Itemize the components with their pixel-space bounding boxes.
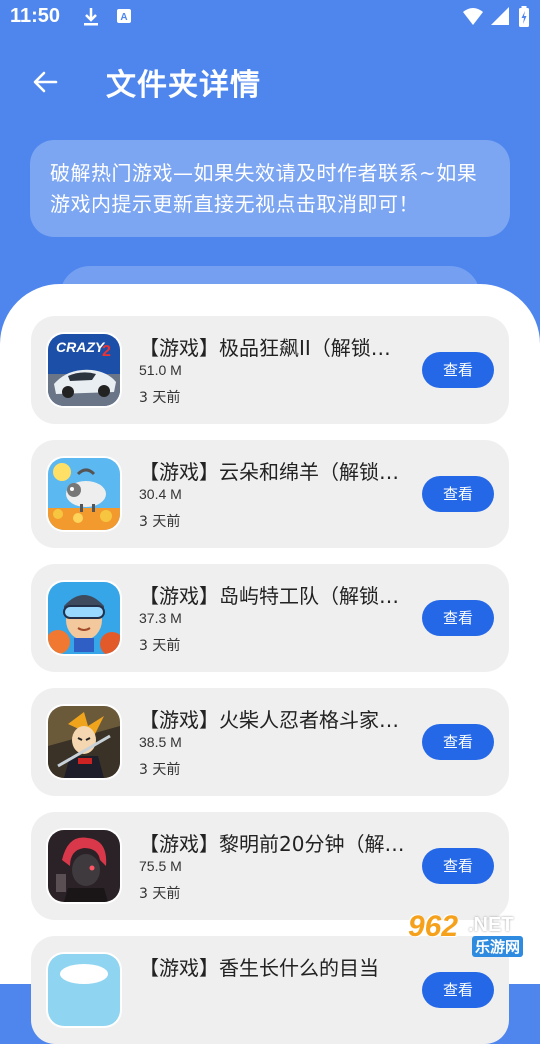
item-time: 3 天前 [139, 514, 181, 530]
back-arrow-icon [33, 71, 58, 93]
view-button[interactable]: 查看 [422, 600, 494, 636]
status-time: 11:50 [10, 5, 61, 27]
item-name: 【游戏】极品狂飙II（解锁全部车辆） [139, 336, 409, 360]
site-watermark: 962 .NET 乐游网 [402, 908, 534, 957]
list-item[interactable]: 【游戏】岛屿特工队（解锁全部） 37.3 M 3 天前 查看 [31, 564, 509, 672]
item-time: 3 天前 [139, 390, 181, 406]
list-item[interactable]: 【游戏】黎明前20分钟（解锁全部） 75.5 M 3 天前 查看 [31, 812, 509, 920]
view-button[interactable]: 查看 [422, 476, 494, 512]
list-item[interactable]: 【游戏】火柴人忍者格斗家（无限金币） 38.5 M 3 天前 查看 [31, 688, 509, 796]
cloud-sheep-icon [48, 458, 120, 530]
svg-text:A: A [120, 12, 127, 23]
item-name: 【游戏】香生长什么的目当 [139, 956, 379, 980]
content-sheet: CRAZY 2 【游戏】极品狂飙II（解锁全部车辆） 51.0 M 3 天前 查… [0, 284, 540, 1044]
crazy-racing-icon: CRAZY 2 [48, 334, 120, 406]
notice-text: 破解热门游戏—如果失效请及时作者联系~如果游戏内提示更新直接无视点击取消即可！ [30, 140, 510, 237]
view-button[interactable]: 查看 [422, 724, 494, 760]
island-agent-icon [48, 582, 120, 654]
page-title: 文件夹详情 [106, 68, 261, 103]
view-button[interactable]: 查看 [422, 848, 494, 884]
item-time: 3 天前 [139, 886, 181, 902]
back-button[interactable] [28, 64, 64, 100]
item-name: 【游戏】云朵和绵羊（解锁全部） [139, 460, 409, 484]
item-size: 75.5 M [139, 858, 182, 874]
watermark-number: 962 [408, 910, 459, 943]
item-time: 3 天前 [139, 762, 181, 778]
view-button[interactable]: 查看 [422, 352, 494, 388]
status-bar: 11:50 A [0, 0, 540, 36]
dawn-shooter-icon [48, 830, 120, 902]
item-name: 【游戏】岛屿特工队（解锁全部） [139, 584, 409, 608]
item-time: 3 天前 [139, 638, 181, 654]
stickman-ninja-icon [48, 706, 120, 778]
list-item[interactable]: 【游戏】云朵和绵羊（解锁全部） 30.4 M 3 天前 查看 [31, 440, 509, 548]
item-size: 38.5 M [139, 734, 182, 750]
item-size: 51.0 M [139, 362, 182, 378]
item-name: 【游戏】黎明前20分钟（解锁全部） [139, 832, 409, 856]
item-size: 30.4 M [139, 486, 182, 502]
keyboard-a-icon: A [116, 6, 132, 30]
list-item[interactable]: CRAZY 2 【游戏】极品狂飙II（解锁全部车辆） 51.0 M 3 天前 查… [31, 316, 509, 424]
view-button[interactable]: 查看 [422, 972, 494, 1008]
partial-game-icon [48, 954, 120, 1026]
item-name: 【游戏】火柴人忍者格斗家（无限金币） [139, 708, 409, 732]
app-header: 文件夹详情 [0, 50, 540, 114]
wifi-icon [462, 6, 484, 30]
svg-text:2: 2 [102, 343, 111, 360]
watermark-suffix: .NET [468, 914, 514, 936]
signal-icon [490, 6, 510, 30]
svg-text:CRAZY: CRAZY [56, 339, 106, 355]
item-size: 37.3 M [139, 610, 182, 626]
battery-icon [518, 6, 530, 32]
download-icon [82, 6, 100, 32]
watermark-site: 乐游网 [472, 936, 524, 957]
